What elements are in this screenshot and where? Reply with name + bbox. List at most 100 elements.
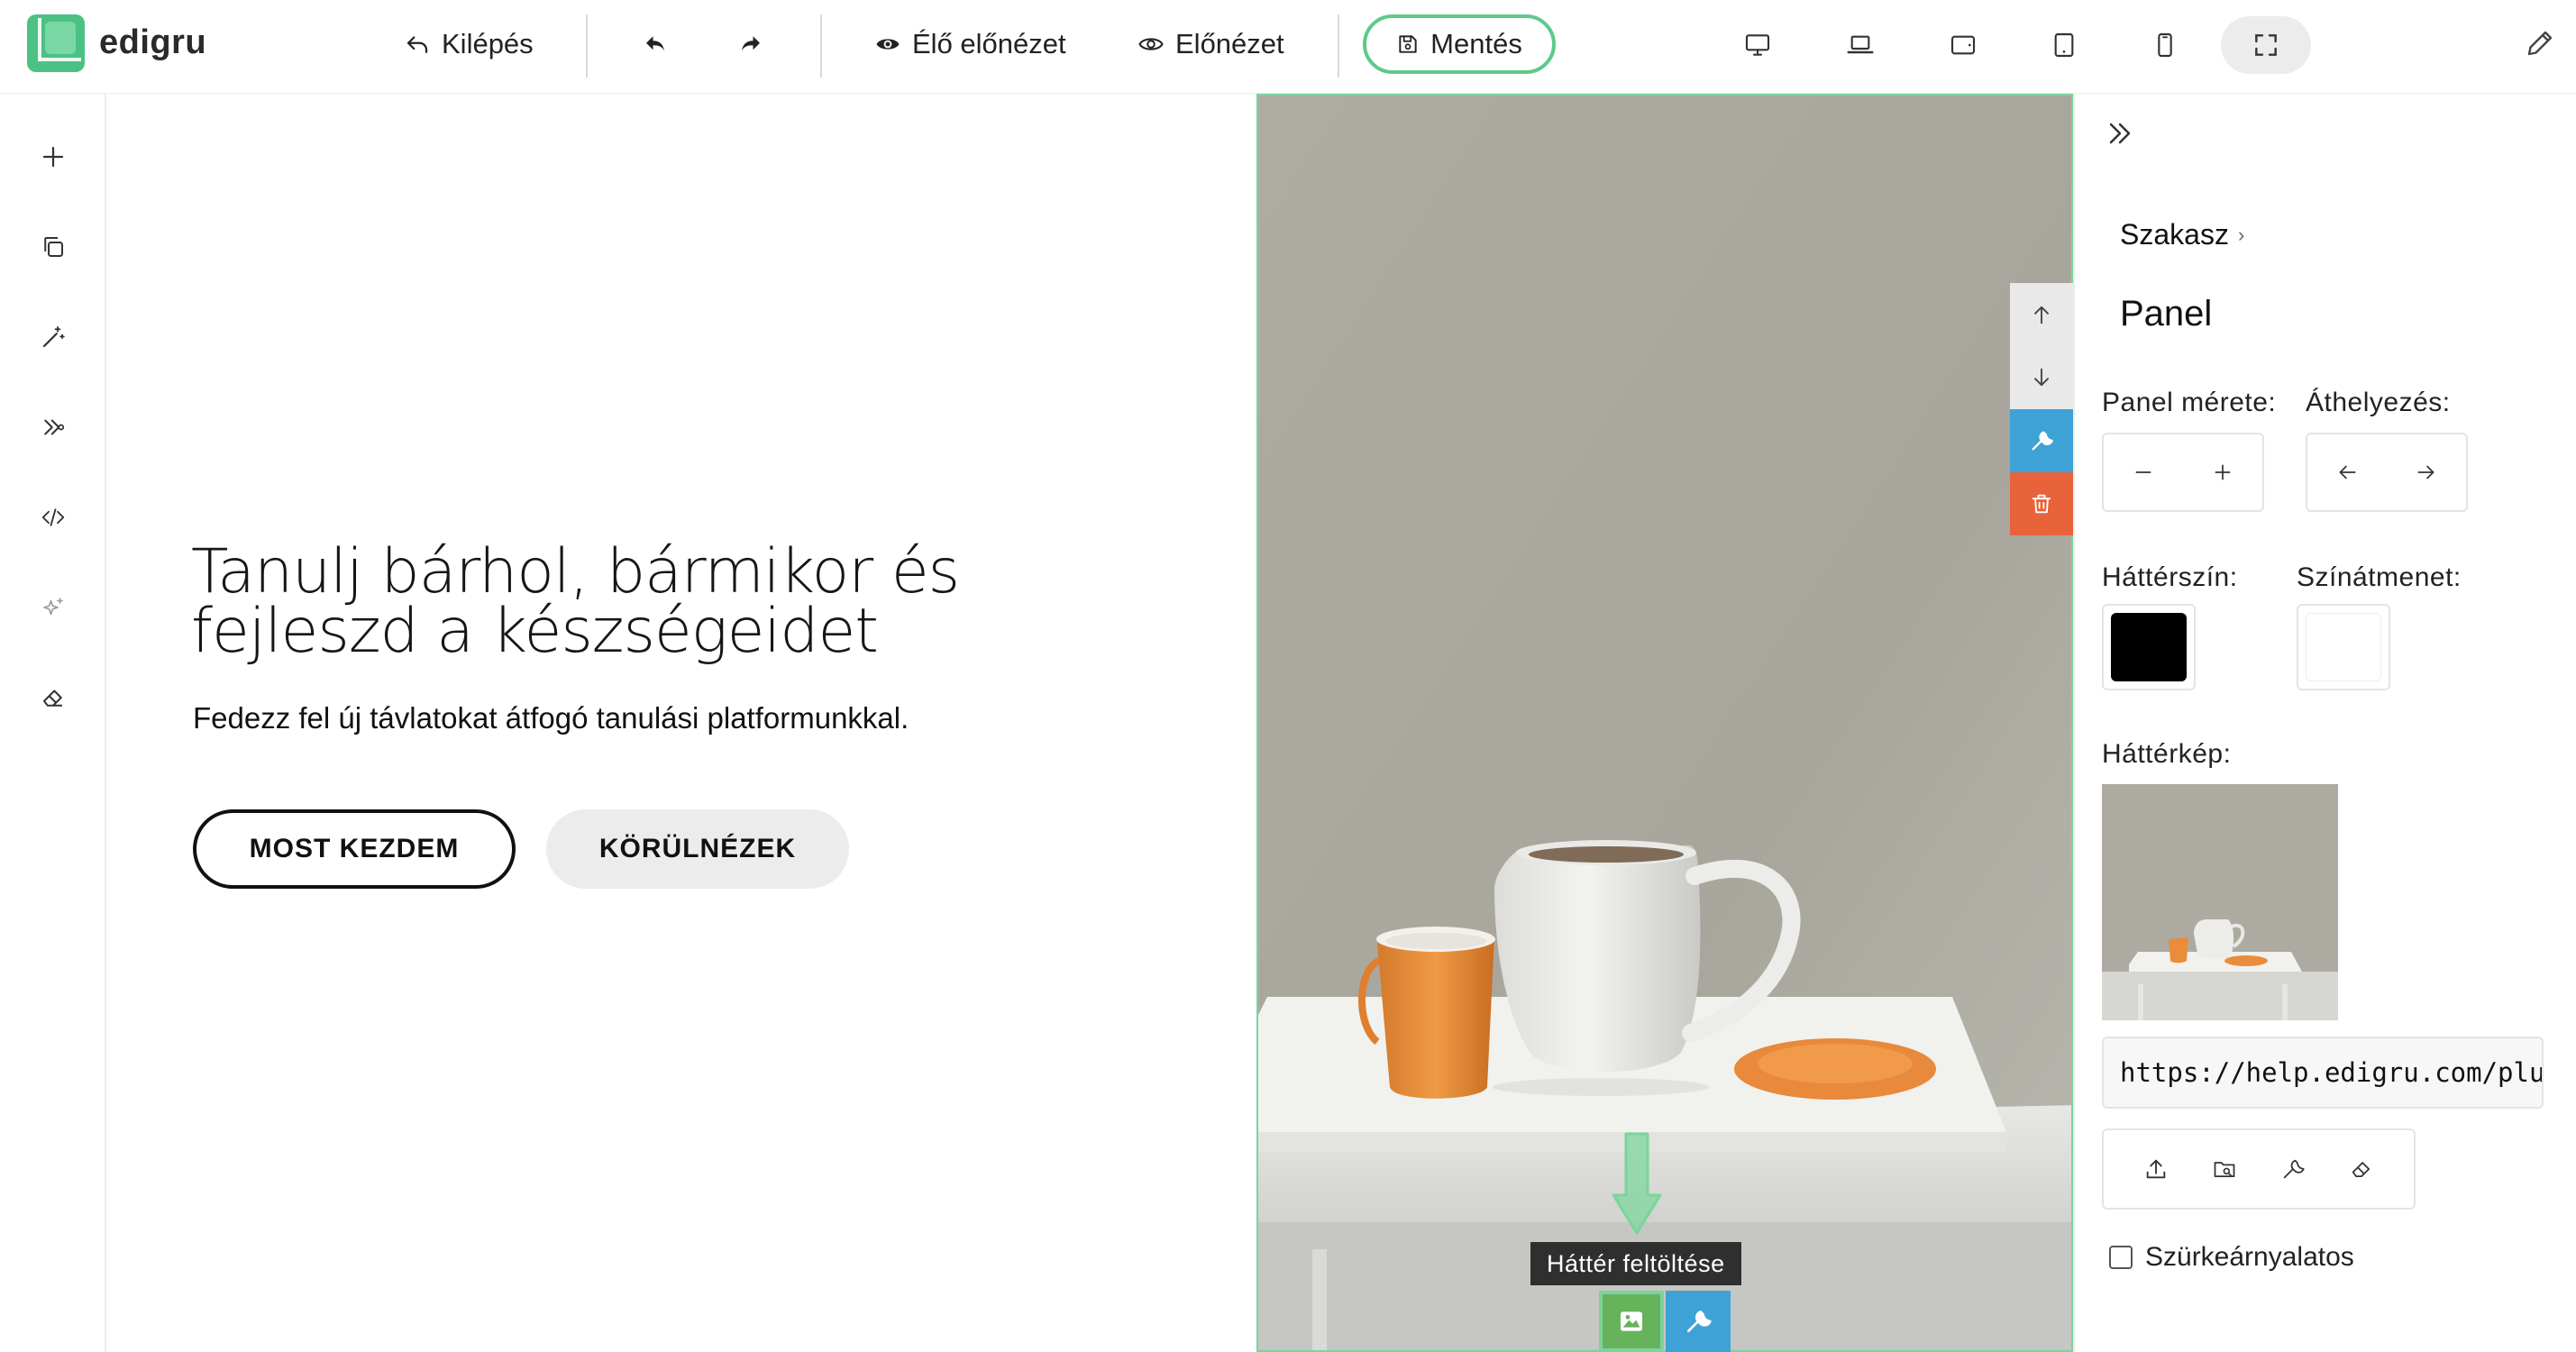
save-button[interactable]: Mentés bbox=[1363, 14, 1556, 74]
magic-button[interactable] bbox=[35, 319, 71, 355]
hero-title[interactable]: Tanulj bárhol, bármikor és fejleszd a ké… bbox=[191, 542, 1165, 662]
double-chevron-right-icon bbox=[2109, 123, 2131, 144]
breadcrumb[interactable]: Szakasz › bbox=[2120, 218, 2244, 251]
ai-button[interactable] bbox=[35, 589, 71, 626]
clear-button[interactable] bbox=[35, 680, 71, 716]
start-button[interactable]: MOST KEZDEM bbox=[193, 809, 516, 889]
top-toolbar: edigru Kilépés Élő előnézet Előnézet Men… bbox=[0, 0, 2576, 94]
collapse-panel-button[interactable] bbox=[2102, 115, 2138, 151]
toolbar-divider bbox=[586, 14, 588, 78]
phone-icon bbox=[2158, 32, 2172, 58]
desktop-icon bbox=[1745, 34, 1770, 56]
plus-icon bbox=[42, 146, 64, 168]
copy-icon bbox=[44, 237, 63, 257]
edigru-logo-icon bbox=[27, 14, 85, 72]
grayscale-checkbox[interactable]: Szürkeárnyalatos bbox=[2109, 1242, 2354, 1273]
upload-background-tooltip: Háttér feltöltése bbox=[1530, 1242, 1741, 1285]
delete-panel-button[interactable] bbox=[2010, 472, 2073, 535]
code-icon bbox=[41, 508, 65, 526]
preview-button[interactable]: Előnézet bbox=[1137, 16, 1284, 72]
bg-image-tools bbox=[2102, 1128, 2416, 1210]
browse-library-button[interactable] bbox=[2205, 1149, 2244, 1189]
wrench-icon bbox=[2283, 1159, 2305, 1179]
grayscale-checkbox-box[interactable] bbox=[2109, 1246, 2133, 1269]
image-icon bbox=[1621, 1311, 1642, 1331]
pen-icon bbox=[2527, 31, 2553, 56]
upload-hint-arrow-icon bbox=[1612, 1132, 1662, 1237]
arrow-down-icon bbox=[2034, 368, 2049, 387]
gradient-label: Színátmenet: bbox=[2297, 562, 2462, 592]
device-tablet-landscape-button[interactable] bbox=[1932, 16, 1994, 74]
chevron-right-icon: › bbox=[2237, 223, 2245, 246]
undo-icon bbox=[646, 36, 664, 51]
upload-icon bbox=[2146, 1159, 2166, 1179]
fullscreen-button[interactable] bbox=[2221, 16, 2311, 74]
preview-label: Előnézet bbox=[1175, 28, 1284, 59]
image-settings-button[interactable] bbox=[2273, 1149, 2313, 1189]
eye-filled-icon bbox=[876, 39, 900, 50]
animation-button[interactable] bbox=[35, 409, 71, 445]
redo-icon bbox=[742, 36, 760, 51]
gradient-color-picker[interactable] bbox=[2297, 604, 2390, 690]
exit-button[interactable]: Kilépés bbox=[404, 16, 534, 72]
background-settings-button[interactable] bbox=[1666, 1291, 1731, 1352]
panel-size-label: Panel mérete: bbox=[2102, 388, 2277, 417]
settings-panel: Szakasz › Panel Panel mérete: Áthelyezés… bbox=[2073, 94, 2576, 1352]
undo-button[interactable] bbox=[642, 16, 669, 72]
minus-icon bbox=[2135, 471, 2151, 473]
eraser-icon bbox=[43, 690, 62, 707]
bg-image-preview bbox=[2102, 784, 2338, 1020]
floppy-disk-icon bbox=[1399, 35, 1417, 53]
device-desktop-button[interactable] bbox=[1727, 16, 1788, 74]
panel-side-tools bbox=[2010, 283, 2073, 535]
background-image-panel[interactable] bbox=[1256, 94, 2073, 1352]
device-phone-button[interactable] bbox=[2134, 16, 2196, 74]
bg-image-url-input[interactable]: https://help.edigru.com/plugins bbox=[2102, 1037, 2544, 1109]
layers-icon bbox=[44, 419, 65, 435]
breadcrumb-section: Szakasz bbox=[2120, 218, 2229, 251]
magic-wand-icon bbox=[42, 325, 65, 348]
upload-image-button[interactable] bbox=[2136, 1149, 2176, 1189]
eraser-icon bbox=[2352, 1162, 2370, 1178]
grayscale-label: Szürkeárnyalatos bbox=[2145, 1242, 2354, 1272]
size-increase-button[interactable] bbox=[2203, 452, 2243, 492]
left-tool-rail bbox=[0, 94, 106, 1352]
bg-image-thumbnail[interactable] bbox=[2102, 784, 2338, 1020]
duplicate-button[interactable] bbox=[35, 229, 71, 265]
move-right-button[interactable] bbox=[2407, 452, 2446, 492]
laptop-icon bbox=[1847, 35, 1874, 54]
move-left-button[interactable] bbox=[2327, 452, 2367, 492]
add-block-button[interactable] bbox=[35, 139, 71, 175]
bg-color-picker[interactable] bbox=[2102, 604, 2196, 690]
move-down-button[interactable] bbox=[2010, 346, 2073, 409]
upload-background-button[interactable] bbox=[1599, 1291, 1664, 1352]
exit-label: Kilépés bbox=[442, 28, 534, 59]
move-stepper bbox=[2306, 433, 2468, 512]
live-preview-button[interactable]: Élő előnézet bbox=[874, 16, 1066, 72]
remove-image-button[interactable] bbox=[2342, 1149, 2381, 1189]
tableware-still-life-image bbox=[1258, 96, 2071, 1350]
edit-pen-button[interactable] bbox=[2524, 27, 2556, 59]
panel-title: Panel bbox=[2120, 294, 2213, 333]
device-tablet-portrait-button[interactable] bbox=[2033, 16, 2095, 74]
explore-button[interactable]: KÖRÜLNÉZEK bbox=[546, 809, 849, 889]
move-up-button[interactable] bbox=[2010, 283, 2073, 346]
live-preview-label: Élő előnézet bbox=[912, 28, 1066, 59]
tablet-portrait-icon bbox=[2054, 32, 2074, 58]
wrench-icon bbox=[2032, 431, 2053, 451]
eye-icon bbox=[1138, 38, 1164, 50]
code-button[interactable] bbox=[35, 499, 71, 535]
fullscreen-icon bbox=[2255, 34, 2277, 56]
redo-button[interactable] bbox=[737, 16, 764, 72]
device-laptop-button[interactable] bbox=[1830, 16, 1891, 74]
wrench-icon bbox=[1687, 1311, 1712, 1332]
panel-size-stepper bbox=[2102, 433, 2264, 512]
panel-settings-button[interactable] bbox=[2010, 409, 2073, 472]
tablet-landscape-icon bbox=[1950, 35, 1976, 55]
toolbar-divider bbox=[820, 14, 822, 78]
size-decrease-button[interactable] bbox=[2124, 452, 2163, 492]
plus-icon bbox=[2215, 464, 2231, 480]
bg-color-label: Háttérszín: bbox=[2102, 562, 2238, 592]
hero-subtitle[interactable]: Fedezz fel új távlatokat átfogó tanulási… bbox=[193, 701, 909, 735]
arrow-up-icon bbox=[2034, 306, 2049, 324]
